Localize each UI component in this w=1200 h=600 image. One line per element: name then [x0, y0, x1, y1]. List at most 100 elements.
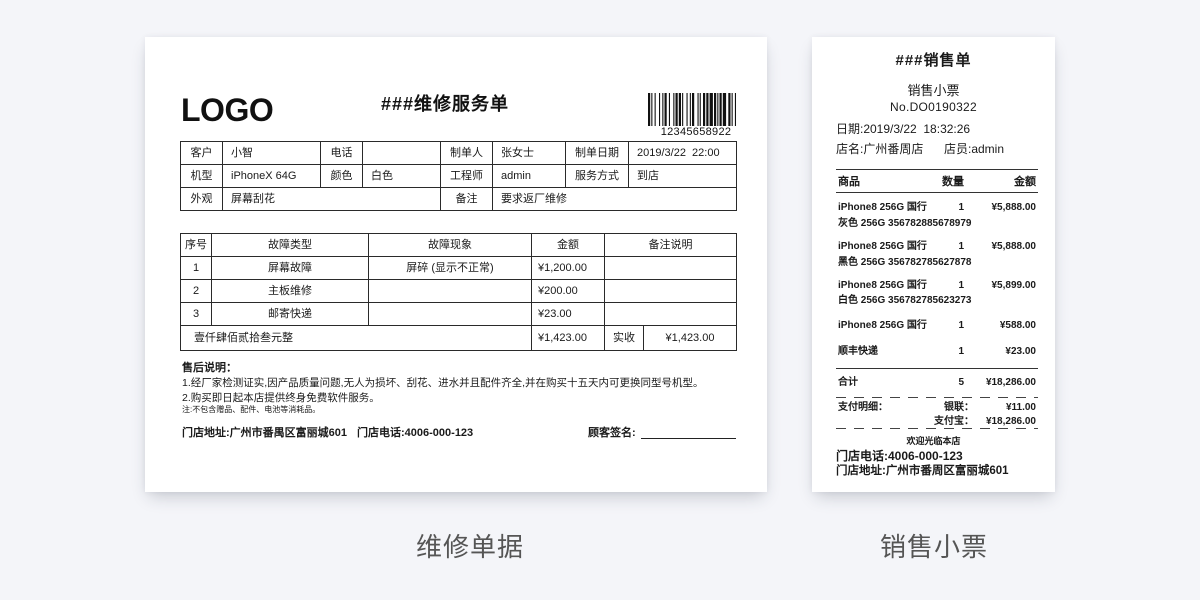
receipt-item-row: iPhone8 256G 国行 1 ¥588.00: [812, 319, 1055, 333]
barcode-bar: [668, 93, 670, 126]
fault-no: 2: [180, 279, 212, 303]
barcode-bar: [662, 93, 664, 126]
receipt-item-row: iPhone8 256G 国行 1 ¥5,888.00: [812, 201, 1055, 215]
fault-type: 邮寄快递: [211, 302, 369, 326]
after-sales-item: 2.购买即日起本店提供终身免费软件服务。: [182, 392, 380, 404]
fault-amount: ¥1,200.00: [531, 256, 605, 280]
payment-label: 支付明细：: [838, 402, 888, 413]
receipt-item-row: iPhone8 256G 国行 1 ¥5,888.00: [812, 240, 1055, 254]
fault-no: 1: [180, 256, 212, 280]
fault-note: [604, 279, 737, 303]
after-sales-note: 注:不包含赠品、配件、电池等消耗品。: [182, 405, 321, 414]
item-name: iPhone8 256G 国行: [838, 280, 927, 291]
remark-value: 要求返厂维修: [492, 187, 737, 211]
creator-label: 制单人: [440, 141, 493, 165]
barcode-bar: [673, 93, 675, 126]
order-info-table: 客户 小智 电话 制单人 张女士 制单日期 2019/3/22 22:00 机型…: [180, 141, 737, 211]
barcode-bar: [703, 93, 706, 126]
barcode-bar: [664, 93, 667, 126]
header-amount: 金额: [531, 233, 605, 257]
creator-value: 张女士: [492, 141, 566, 165]
store-address: 门店地址:广州市番禺区富丽城601: [182, 427, 348, 439]
item-name: iPhone8 256G 国行: [838, 202, 927, 213]
fault-type: 屏幕故障: [211, 256, 369, 280]
phone-value: [362, 141, 441, 165]
item-qty: 1: [958, 320, 964, 331]
received-label: 实收: [604, 325, 644, 351]
received-amount: ¥1,423.00: [643, 325, 737, 351]
fault-symptom: 屏碎 (显示不正常): [368, 256, 532, 280]
item-qty: 1: [958, 346, 964, 357]
header-fault-type: 故障类型: [211, 233, 369, 257]
receipt-item-row: iPhone8 256G 国行 1 ¥5,899.00: [812, 279, 1055, 293]
fault-symptom: [368, 302, 532, 326]
header-no: 序号: [180, 233, 212, 257]
signature-label: 顾客签名:: [588, 427, 636, 439]
engineer-value: admin: [492, 164, 566, 188]
alipay-amount: ¥18,286.00: [985, 416, 1036, 427]
receipt-total-row: 合计 5 ¥18,286.00: [812, 376, 1055, 390]
info-row: 客户 小智 电话 制单人 张女士 制单日期 2019/3/22 22:00: [180, 141, 737, 165]
barcode-bar: [648, 93, 651, 126]
fault-note: [604, 256, 737, 280]
receipt-item-detail: 黑色 256G 356782785627878: [812, 256, 1055, 270]
info-row: 外观 屏幕刮花 备注 要求返厂维修: [180, 187, 737, 211]
fault-table: 序号 故障类型 故障现象 金额 备注说明 1 屏幕故障 屏碎 (显示不正常) ¥…: [180, 233, 737, 351]
header-amount: 金额: [1014, 176, 1036, 188]
appearance-value: 屏幕刮花: [222, 187, 441, 211]
item-amount: ¥588.00: [999, 320, 1036, 331]
total-amount-in-words: 壹仟肆佰贰拾叁元整: [180, 325, 532, 351]
divider: [836, 192, 1038, 193]
receipt-store-address: 门店地址:广州市番周区富丽城601: [836, 465, 1009, 477]
fault-note: [604, 302, 737, 326]
item-qty: 1: [958, 202, 964, 213]
model-label: 机型: [180, 164, 223, 188]
receipt-store-phone: 门店电话:4006-000-123: [836, 449, 963, 463]
logo: LOGO: [181, 92, 274, 128]
fault-type: 主板维修: [211, 279, 369, 303]
service-label: 服务方式: [565, 164, 629, 188]
payment-row: 支付宝： ¥18,286.00: [812, 415, 1055, 429]
barcode-bar: [699, 93, 701, 126]
barcode-bar: [719, 93, 722, 126]
receipt-store: 店名:广州番周店: [836, 142, 924, 156]
phone-label: 电话: [320, 141, 363, 165]
date-value: 2019/3/22 22:00: [628, 141, 737, 165]
barcode-bar: [659, 93, 661, 126]
dashed-divider: [836, 428, 1038, 429]
fault-total-row: 壹仟肆佰贰拾叁元整 ¥1,423.00 实收 ¥1,423.00: [180, 325, 737, 351]
receipt-caption: 销售小票: [879, 533, 988, 563]
item-name: iPhone8 256G 国行: [838, 320, 927, 331]
barcode-bar: [714, 93, 717, 126]
item-amount: ¥5,888.00: [991, 241, 1037, 252]
barcode-bar: [692, 93, 695, 126]
header-qty: 数量: [942, 176, 964, 188]
receipt-item-row: 顺丰快递 1 ¥23.00: [812, 345, 1055, 359]
repair-form-caption: 维修单据: [415, 533, 524, 563]
fault-header-row: 序号 故障类型 故障现象 金额 备注说明: [180, 233, 737, 257]
model-value: iPhoneX 64G: [222, 164, 321, 188]
item-detail: 灰色 256G 356782885678979: [838, 218, 972, 229]
item-name: iPhone8 256G 国行: [838, 241, 927, 252]
repair-form-sheet: LOGO ###维修服务单 12345658922 客户 小智 电话 制单人 张…: [145, 37, 767, 492]
item-detail: 白色 256G 356782785623273: [838, 295, 972, 306]
receipt-date: 日期:2019/3/22 18:32:26: [836, 122, 971, 136]
signature-line: [641, 438, 736, 439]
barcode-number: 12345658922: [660, 126, 732, 138]
barcode-bar: [697, 93, 699, 126]
welcome-message: 欢迎光临本店: [906, 436, 961, 446]
divider: [836, 368, 1038, 369]
item-amount: ¥5,899.00: [991, 280, 1037, 291]
fault-amount: ¥200.00: [531, 279, 605, 303]
header-note: 备注说明: [604, 233, 737, 257]
barcode-bar: [709, 93, 713, 126]
barcode-bar: [717, 93, 719, 126]
barcode-bar: [654, 93, 656, 126]
fault-symptom: [368, 279, 532, 303]
barcode-bar: [728, 93, 731, 126]
fault-row: 3 邮寄快递 ¥23.00: [180, 302, 737, 326]
barcode-bar: [678, 93, 681, 126]
item-name: 顺丰快递: [838, 346, 878, 357]
customer-label: 客户: [180, 141, 223, 165]
payment-row: 支付明细： 银联： ¥11.00: [812, 401, 1055, 415]
